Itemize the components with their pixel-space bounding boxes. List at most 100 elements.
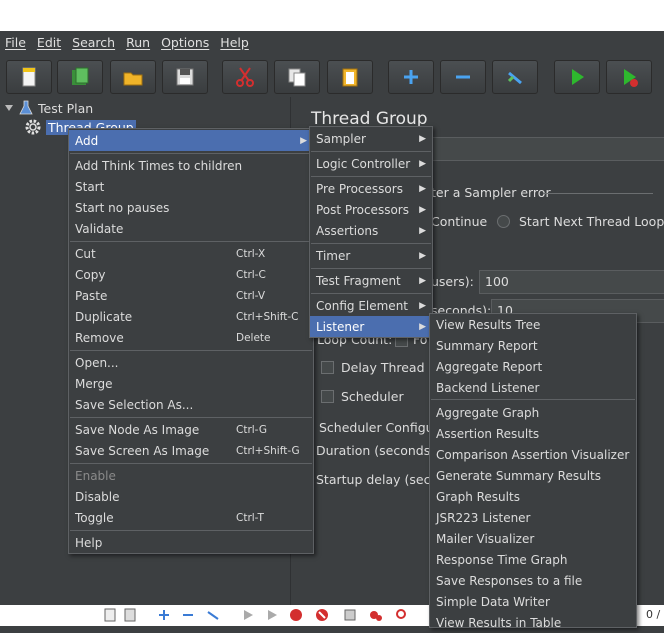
listener-item[interactable]: JSR223 Listener [430,507,636,528]
submenu-timer[interactable]: Timer ▶ [310,245,432,266]
menu-save-node-image[interactable]: Save Node As Image Ctrl-G [69,419,313,440]
menu-open[interactable]: Open... [69,352,313,373]
stop-icon [290,609,302,621]
cut-button[interactable] [222,60,268,94]
listener-item[interactable]: Summary Report [430,335,636,356]
toggle-button[interactable] [492,60,538,94]
listener-item-label: Backend Listener [436,380,540,395]
delay-checkbox[interactable] [321,361,334,374]
context-menu: Add ▶ Add Think Times to children Start S… [68,128,314,554]
paste-icon [342,68,358,87]
expand-button[interactable] [388,60,434,94]
templates-button[interactable] [57,60,103,94]
submenu-config-element[interactable]: Config Element ▶ [310,295,432,316]
listener-item[interactable]: Assertion Results [430,423,636,444]
listener-item[interactable]: Backend Listener [430,377,636,398]
menu-toggle[interactable]: Toggle Ctrl-T [69,507,313,528]
submenu-post-processors[interactable]: Post Processors ▶ [310,199,432,220]
submenu-assertions[interactable]: Assertions ▶ [310,220,432,241]
menu-help[interactable]: Help [69,532,313,553]
separator [311,293,431,294]
menu-cut[interactable]: Cut Ctrl-X [69,243,313,264]
start-icon [572,69,584,85]
save-button[interactable] [162,60,208,94]
group-border [543,193,653,194]
listener-item[interactable]: Save Responses to a file [430,570,636,591]
play-small2-icon [268,610,277,620]
listener-item[interactable]: Aggregate Graph [430,402,636,423]
menu-edit[interactable]: Edit [32,35,67,50]
menu-save-selection[interactable]: Save Selection As... [69,394,313,415]
menu-remove[interactable]: Remove Delete [69,327,313,348]
continue-label: Continue [431,214,488,229]
menu-copy[interactable]: Copy Ctrl-C [69,264,313,285]
name-field[interactable] [419,137,664,161]
toggle-small-icon [207,611,219,620]
templates-icon [72,67,89,85]
collapse-button[interactable] [440,60,486,94]
menu-add[interactable]: Add ▶ [69,130,313,151]
listener-item-label: View Results in Table [436,615,562,630]
menu-run[interactable]: Run [121,35,156,50]
menu-paste[interactable]: Paste Ctrl-V [69,285,313,306]
clear-icon [344,609,356,621]
menu-merge[interactable]: Merge [69,373,313,394]
scheduler-label: Scheduler [341,389,404,404]
shutdown-icon [316,609,328,621]
listener-item[interactable]: Simple Data Writer [430,591,636,612]
start-next-radio[interactable] [497,215,510,228]
menu-enable: Enable [75,468,116,483]
listener-item-label: Summary Report [436,338,538,353]
menu-start[interactable]: Start [69,176,313,197]
listener-item[interactable]: Aggregate Report [430,356,636,377]
menu-search[interactable]: Search [67,35,121,50]
menu-validate[interactable]: Validate [69,218,313,239]
submenu-listener[interactable]: Listener ▶ [310,316,432,337]
submenu-logic-controller[interactable]: Logic Controller ▶ [310,153,432,174]
clear-all-icon [370,611,382,621]
listener-item[interactable]: Generate Summary Results [430,465,636,486]
new-icon [22,67,36,87]
menu-options[interactable]: Options [156,35,215,50]
scheduler-checkbox[interactable] [321,390,334,403]
window-title-strip [0,0,664,31]
menu-duplicate[interactable]: Duplicate Ctrl+Shift-C [69,306,313,327]
tree-node-test-plan[interactable]: Test Plan [4,99,93,117]
open-button[interactable] [110,60,156,94]
listener-item[interactable]: View Results Tree [430,314,636,335]
listener-submenu: View Results Tree Summary Report Aggregate… [429,313,637,630]
submenu-pre-processors[interactable]: Pre Processors ▶ [310,178,432,199]
doc2-icon [124,608,136,622]
plus-icon [159,610,169,620]
copy-button[interactable] [274,60,320,94]
separator [311,243,431,244]
listener-item-label: Aggregate Graph [436,405,540,420]
submenu-test-fragment[interactable]: Test Fragment ▶ [310,270,432,291]
start-next-label: Start Next Thread Loop [519,214,664,229]
toggle-icon [507,71,522,85]
start-no-pauses-button[interactable] [606,60,652,94]
menu-start-no-pauses[interactable]: Start no pauses [69,197,313,218]
listener-item[interactable]: Response Time Graph [430,549,636,570]
listener-item-label: Mailer Visualizer [436,531,535,546]
play-small-icon [244,610,253,620]
users-field[interactable]: 100 [479,270,664,294]
listener-item[interactable]: View Results in Table [430,612,636,633]
submenu-sampler[interactable]: Sampler ▶ [310,128,432,149]
menu-add-think-times[interactable]: Add Think Times to children [69,155,313,176]
new-button[interactable] [6,60,52,94]
listener-item[interactable]: Graph Results [430,486,636,507]
menubar: File Edit Search Run Options Help [0,31,664,54]
sampler-error-label: ter a Sampler error [431,185,551,200]
menu-save-screen-image[interactable]: Save Screen As Image Ctrl+Shift-G [69,440,313,461]
toolbar [0,54,664,96]
paste-button[interactable] [327,60,373,94]
menu-help[interactable]: Help [215,35,255,50]
menu-file[interactable]: File [0,35,32,50]
start-button[interactable] [554,60,600,94]
listener-item[interactable]: Mailer Visualizer [430,528,636,549]
listener-item[interactable]: Comparison Assertion Visualizer [430,444,636,465]
separator [311,268,431,269]
menu-disable[interactable]: Disable [69,486,313,507]
listener-item-label: Response Time Graph [436,552,568,567]
